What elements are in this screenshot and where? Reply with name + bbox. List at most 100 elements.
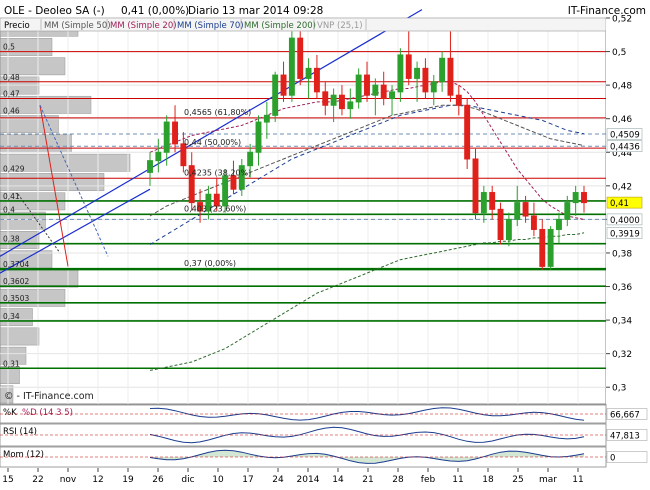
candle-body (430, 81, 437, 93)
candle-body (514, 202, 521, 220)
indicator-label: Mom (12) (3, 450, 44, 460)
candle-body (505, 218, 512, 241)
legend-item[interactable]: Precio (4, 21, 30, 31)
level-label: 0,34 (3, 312, 20, 321)
watermark: © - IT-Finance.com (4, 391, 94, 402)
candle-body (455, 94, 462, 106)
price-panel: 0,51 (100,00%)0,4565 (61,80%)0,44 (50,00… (0, 9, 607, 405)
candle-body (147, 160, 153, 173)
candle-body (547, 228, 554, 267)
indicator-panels: %K %D (14 3 5) 66,667 RSI (14) 47,813 Mom (12… (0, 404, 648, 468)
legend-item[interactable]: VNP (25,1) (317, 21, 363, 31)
candle-body (172, 121, 178, 145)
x-tick-label: mar (539, 475, 557, 485)
candle-body (263, 114, 270, 123)
x-tick-label: 19 (122, 475, 134, 485)
y-axis: 0,520,50,480,460,440,420,40,380,360,340,… (606, 15, 650, 404)
candle-body (522, 202, 529, 217)
x-axis: 15 22 nov 12 19 26 dic 10 17 24 2014 14 21 28 feb 11 18 2… (0, 468, 650, 490)
indicator-sublabel: %D (14 3 5) (22, 408, 73, 418)
y-tick-label: 0,36 (612, 283, 632, 293)
candle-body (581, 192, 587, 204)
legend-item[interactable]: MM (Simple 200) (244, 21, 316, 31)
x-tick-label: 26 (152, 475, 164, 485)
x-tick-label: 28 (392, 475, 404, 485)
candle-body (272, 74, 279, 116)
candle-body (330, 94, 337, 106)
candle-body (539, 228, 546, 267)
candle-body (339, 94, 345, 110)
candle-body (347, 101, 354, 110)
candle-body (364, 74, 370, 96)
candle-body (163, 121, 170, 153)
candle-body (572, 192, 579, 204)
level-label: 0,41 (3, 192, 20, 201)
candle-body (472, 158, 479, 214)
x-tick-label: 10 (212, 475, 224, 485)
candle-body (372, 84, 379, 96)
level-label: 0,3704 (3, 260, 29, 269)
price-marker-label: 0,4436 (610, 143, 640, 153)
legend-item[interactable]: MM (Simple 70) (177, 21, 244, 31)
x-tick-label: dic (181, 475, 194, 485)
brand-text: IT-Finance.com (568, 5, 646, 17)
volume-profile-bar (0, 327, 40, 346)
y-tick-label: 0,52 (612, 15, 632, 25)
fibonacci-label: 0,4235 (38,20%) (184, 168, 251, 177)
candle-body (405, 54, 412, 79)
indicator-value: 0 (610, 454, 615, 464)
candle-body (397, 54, 404, 93)
y-tick-label: 0,46 (612, 115, 632, 125)
candle-body (464, 104, 471, 160)
candle-body (489, 192, 496, 210)
x-tick-label: 2014 (297, 475, 320, 485)
indicator-value: 66,667 (610, 411, 640, 421)
candle-body (305, 67, 312, 79)
x-tick-label: 15 (2, 475, 13, 485)
indicator-label: %K (3, 408, 17, 418)
candle-body (355, 74, 362, 103)
level-label: 0,4 (3, 205, 15, 214)
level-label: 0,3602 (3, 277, 29, 286)
candle-body (497, 208, 504, 241)
candle-body (414, 67, 421, 79)
fibonacci-label: 0,44 (50,00%) (184, 138, 241, 147)
level-label: 0,429 (3, 165, 25, 174)
datetime-text: 13 mar 2014 09:28 (222, 5, 323, 17)
price-marker-label: 0,4509 (610, 130, 640, 140)
candle-body (230, 175, 237, 190)
legend-item[interactable]: MM (Simple 20) (110, 21, 177, 31)
stock-chart: OLE - Deoleo SA (-) 0,41 (0,00%) Diario … (0, 5, 650, 490)
y-tick-label: 0,42 (612, 182, 632, 192)
y-tick-label: 0,3 (612, 384, 626, 394)
chart-header: OLE - Deoleo SA (-) 0,41 (0,00%) Diario … (4, 5, 646, 17)
candle-body (297, 37, 304, 79)
x-tick-label: 12 (92, 475, 103, 485)
y-tick-label: 0,34 (612, 317, 632, 327)
x-tick-label: 11 (572, 475, 583, 485)
level-label: 0,31 (3, 359, 20, 368)
y-tick-label: 0,48 (612, 82, 632, 92)
level-label: 0,47 (3, 90, 20, 99)
y-tick-label: 0,5 (612, 48, 626, 58)
chart-title: OLE - Deoleo SA (-) (4, 5, 105, 17)
candle-body (155, 151, 162, 162)
indicator-label: RSI (14) (3, 427, 37, 437)
x-tick-label: 11 (452, 475, 463, 485)
x-tick-label: 25 (512, 475, 523, 485)
x-tick-label: 18 (482, 475, 494, 485)
candle-body (288, 37, 295, 96)
x-tick-label: 21 (362, 475, 373, 485)
x-tick-label: 24 (272, 475, 284, 485)
candle-body (480, 192, 487, 214)
x-tick-label: 22 (32, 475, 43, 485)
level-label: 0,48 (3, 73, 20, 82)
x-tick-label: nov (60, 475, 77, 485)
candle-body (447, 57, 454, 96)
level-label: 0,38 (3, 235, 20, 244)
legend-item[interactable]: MM (Simple 50) (44, 21, 111, 31)
level-label: 0,3503 (3, 294, 29, 303)
y-tick-label: 0,38 (612, 249, 632, 259)
fibonacci-label: 0,4565 (61,80%) (184, 108, 251, 117)
chart-legend[interactable]: Precio MM (Simple 50) MM (Simple 20) MM (Si… (0, 17, 607, 32)
